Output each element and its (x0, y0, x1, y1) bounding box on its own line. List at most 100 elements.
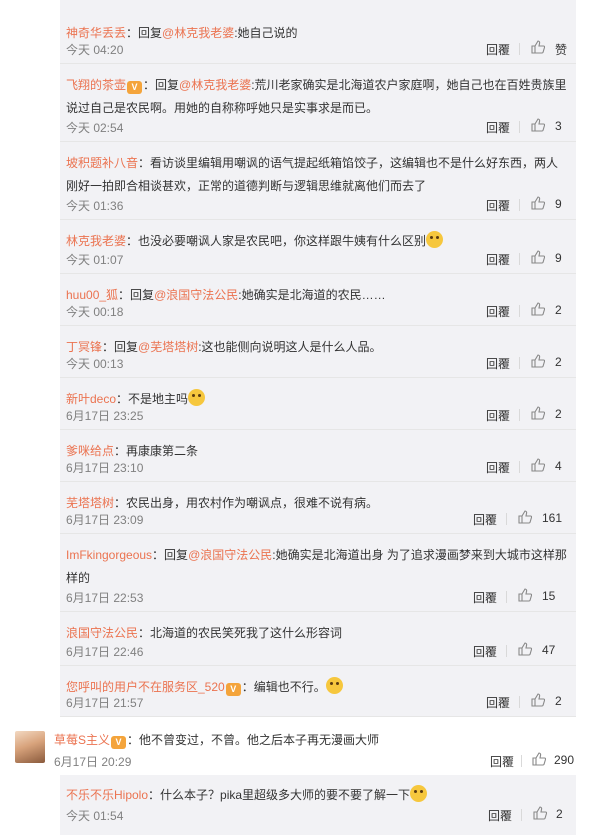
reply-item: ImFkingorgeous：回复@浪国守法公民:她确实是北海道出身 为了追求漫… (60, 534, 576, 612)
reply-prefix: ：回复 (152, 548, 189, 562)
like-count: 290 (554, 753, 575, 767)
reply-body: :她自己说的 (234, 26, 298, 40)
like-icon[interactable] (532, 752, 546, 766)
reply-item: 芜塔塔树：农民出身，用农村作为嘲讽点，很难不说有病。 6月17日 23:09 回覆 1… (60, 482, 576, 534)
reply-body: :这也能侧向说明这人是什么人品。 (198, 340, 382, 354)
mention-link[interactable]: @浪国守法公民 (188, 548, 272, 562)
mention-link[interactable]: @林克我老婆 (179, 78, 251, 92)
reply-prefix: ：看访谈里编辑用嘲讽的语气提起纸箱馅饺子，这编辑也不是什么好东西，两人刚好一拍即… (66, 156, 559, 193)
reply-author[interactable]: 您呼叫的用户不在服务区_520 (66, 680, 225, 694)
divider (519, 409, 520, 421)
reply-time: 6月17日 23:25 (66, 409, 144, 423)
like-icon[interactable] (518, 510, 532, 524)
vip-badge-icon: V (225, 683, 241, 696)
comment-text: ：他不曾变过，不曾。他之后本子再无漫画大师 (127, 733, 380, 747)
emoji-icon (188, 389, 206, 406)
reply-author[interactable]: 坡积题补八音 (66, 156, 138, 170)
like-count: 9 (555, 251, 562, 265)
reply-button[interactable]: 回覆 (473, 643, 497, 660)
emoji-icon (325, 677, 343, 694)
reply-button[interactable]: 回覆 (486, 41, 510, 58)
reply-author[interactable]: 丁冥锋 (66, 340, 102, 354)
like-icon[interactable] (531, 40, 545, 54)
reply-button[interactable]: 回覆 (473, 511, 497, 528)
reply-button[interactable]: 回覆 (486, 251, 510, 268)
reply-button[interactable]: 回覆 (486, 355, 510, 372)
reply-time: 6月17日 22:46 (66, 645, 144, 659)
reply-item: 丁冥锋：回复@芜塔塔树:这也能侧向说明这人是什么人品。 今天 00:13 回覆 2 (60, 326, 576, 378)
reply-time: 今天 00:18 (66, 305, 124, 319)
comment-thread: 神奇华丢丢：回复@林克我老婆:她自己说的 今天 04:20 回覆赞飞翔的茶壶 V ：回复… (0, 0, 589, 835)
reply-button[interactable]: 回覆 (473, 589, 497, 606)
like-count: 161 (542, 511, 563, 525)
commenter-name[interactable]: 草莓S主义 (54, 733, 110, 747)
reply-item: 浪国守法公民：北海道的农民笑死我了这什么形容词 6月17日 22:46 回覆 47 (60, 612, 576, 666)
divider (519, 461, 520, 473)
reply-time: 今天 01:36 (66, 199, 124, 213)
reply-item: 您呼叫的用户不在服务区_520 V ：编辑也不行。 6月17日 21:57 回覆 2 (60, 666, 576, 717)
like-icon[interactable] (518, 588, 532, 602)
mention-link[interactable]: @林克我老婆 (162, 26, 234, 40)
divider (519, 121, 520, 133)
mention-link[interactable]: @芜塔塔树 (138, 340, 198, 354)
emoji-icon (410, 785, 428, 802)
reply-button[interactable]: 回覆 (486, 459, 510, 476)
reply-time: 今天 02:54 (66, 121, 124, 135)
reply-text: 浪国守法公民：北海道的农民笑死我了这什么形容词 (66, 622, 568, 645)
reply-button[interactable]: 回覆 (488, 807, 512, 824)
reply-author[interactable]: 爹咪给点 (66, 444, 114, 458)
reply-item: 飞翔的茶壶 V ：回复@林克我老婆:荒川老家确实是北海道农户家庭啊，她自己也在百姓贵… (60, 64, 576, 142)
reply-body: :她确实是北海道的农民…… (238, 288, 386, 302)
reply-item: 新叶deco：不是地主吗 6月17日 23:25 回覆 2 (60, 378, 576, 430)
like-count: 15 (542, 589, 556, 603)
reply-item: huu00_狐：回复@浪国守法公民:她确实是北海道的农民…… 今天 00:18 回覆… (60, 274, 576, 326)
reply-list: 神奇华丢丢：回复@林克我老婆:她自己说的 今天 04:20 回覆赞飞翔的茶壶 V ：回复… (60, 0, 576, 717)
like-icon[interactable] (531, 302, 545, 316)
like-count: 2 (555, 694, 562, 708)
reply-text: 林克我老婆：也没必要嘲讽人家是农民吧，你这样跟牛姨有什么区别 (66, 230, 568, 253)
reply-author[interactable]: 不乐不乐Hipolo (66, 788, 148, 802)
like-icon[interactable] (531, 406, 545, 420)
divider (519, 253, 520, 265)
like-count: 9 (555, 197, 562, 211)
reply-button[interactable]: 回覆 (486, 119, 510, 136)
vip-badge-icon: V (111, 736, 127, 749)
divider (519, 43, 520, 55)
avatar[interactable] (15, 731, 45, 763)
like-icon[interactable] (531, 354, 545, 368)
like-icon[interactable] (531, 458, 545, 472)
mention-link[interactable]: @浪国守法公民 (154, 288, 238, 302)
divider (506, 513, 507, 525)
reply-author[interactable]: ImFkingorgeous (66, 548, 152, 562)
reply-item: 林克我老婆：也没必要嘲讽人家是农民吧，你这样跟牛姨有什么区别 今天 01:07 回覆… (60, 220, 576, 274)
reply-text: 飞翔的茶壶 V ：回复@林克我老婆:荒川老家确实是北海道农户家庭啊，她自己也在百姓贵… (66, 74, 568, 120)
reply-button[interactable]: 回覆 (486, 197, 510, 214)
reply-button[interactable]: 回覆 (486, 407, 510, 424)
reply-prefix: ：编辑也不行。 (241, 680, 326, 694)
reply-prefix: ：回复 (118, 288, 155, 302)
reply-author[interactable]: 神奇华丢丢 (66, 26, 126, 40)
like-icon[interactable] (531, 693, 545, 707)
reply-author[interactable]: 飞翔的茶壶 (66, 78, 126, 92)
reply-item: 爹咪给点：再康康第二条 6月17日 23:10 回覆 4 (60, 430, 576, 482)
reply-time: 今天 04:20 (66, 43, 124, 57)
reply-prefix: ：不是地主吗 (116, 392, 189, 406)
reply-item: 坡积题补八音：看访谈里编辑用嘲讽的语气提起纸箱馅饺子，这编辑也不是什么好东西，两… (60, 142, 576, 220)
like-icon[interactable] (518, 642, 532, 656)
reply-prefix: ：回复 (143, 78, 180, 92)
reply-author[interactable]: 新叶deco (66, 392, 116, 406)
reply-button[interactable]: 回覆 (486, 303, 510, 320)
reply-button[interactable]: 回覆 (486, 694, 510, 711)
reply-item: 神奇华丢丢：回复@林克我老婆:她自己说的 今天 04:20 回覆 赞 (60, 12, 576, 64)
divider (521, 809, 522, 821)
reply-author[interactable]: 芜塔塔树 (66, 496, 114, 510)
reply-button[interactable]: 回覆 (490, 753, 514, 770)
like-icon[interactable] (531, 196, 545, 210)
like-icon[interactable] (531, 250, 545, 264)
reply-author[interactable]: 浪国守法公民 (66, 626, 138, 640)
like-icon[interactable] (533, 806, 547, 820)
reply-author[interactable]: huu00_狐 (66, 288, 118, 302)
like-count: 4 (555, 459, 562, 473)
like-icon[interactable] (531, 118, 545, 132)
reply-author[interactable]: 林克我老婆 (66, 234, 126, 248)
